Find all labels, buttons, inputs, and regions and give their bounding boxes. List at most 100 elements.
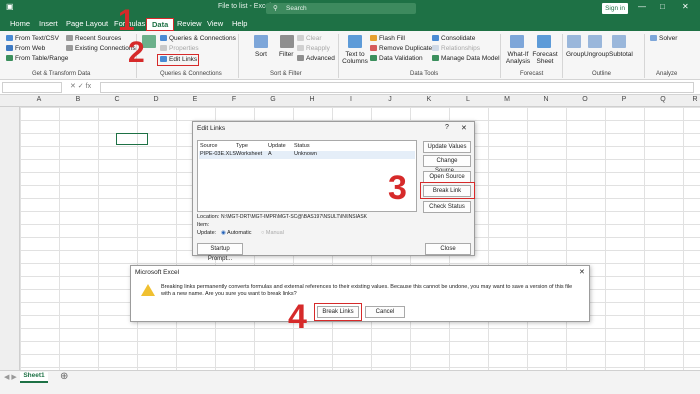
flash-fill-button[interactable]: Flash Fill (370, 35, 405, 42)
tab-data[interactable]: Data (146, 18, 175, 31)
advanced-button[interactable]: Advanced (297, 55, 335, 62)
column-header[interactable]: P (614, 96, 634, 103)
analyze-group-label: Analyze (656, 71, 678, 77)
column-header[interactable]: H (302, 96, 322, 103)
links-list[interactable]: Source Type Update Status PIPE-03E.XLS W… (197, 140, 417, 212)
sign-in-button[interactable]: Sign in (602, 3, 628, 14)
clear-button[interactable]: Clear (297, 35, 322, 42)
change-source-button[interactable]: Change Source... (423, 155, 471, 174)
automatic-radio[interactable]: ◉ Automatic (221, 230, 252, 236)
text-to-columns-button[interactable]: Text to Columns (342, 51, 368, 65)
name-box[interactable] (2, 82, 62, 93)
subtotal-icon[interactable] (612, 35, 626, 48)
data-validation-button[interactable]: Data Validation (370, 55, 423, 62)
autosave-icon[interactable]: ▣ (6, 2, 14, 11)
link-update: A (268, 151, 272, 157)
formula-input[interactable] (100, 82, 694, 93)
step-number-4: 4 (288, 298, 307, 336)
header-status: Status (294, 143, 310, 149)
manual-label: Manual (265, 230, 284, 236)
column-header[interactable]: E (185, 96, 205, 103)
clear-label: Clear (306, 35, 322, 42)
column-header[interactable]: B (68, 96, 88, 103)
sort-icon[interactable] (254, 35, 268, 48)
manual-radio[interactable]: ○ Manual (261, 230, 284, 236)
column-header[interactable]: I (341, 96, 361, 103)
help-icon[interactable]: ? (445, 124, 449, 131)
existing-connections-label: Existing Connections (75, 45, 136, 52)
column-header[interactable]: Q (653, 96, 673, 103)
tab-home[interactable]: Home (10, 19, 30, 28)
add-sheet-icon[interactable]: ⊕ (60, 371, 68, 382)
existing-connections-button[interactable]: Existing Connections (66, 45, 136, 52)
manage-data-model-button[interactable]: Manage Data Model (432, 55, 500, 62)
column-header[interactable]: O (575, 96, 595, 103)
filter-icon[interactable] (280, 35, 294, 48)
solver-button[interactable]: Solver (650, 35, 677, 42)
tab-view[interactable]: View (207, 19, 223, 28)
column-header[interactable]: A (29, 96, 49, 103)
remove-duplicates-button[interactable]: Remove Duplicates (370, 45, 435, 52)
reapply-label: Reapply (306, 45, 330, 52)
group-button[interactable]: Group (566, 51, 584, 58)
ungroup-icon[interactable] (588, 35, 602, 48)
from-table-button[interactable]: From Table/Range (6, 55, 68, 62)
column-header[interactable]: G (263, 96, 283, 103)
filter-button[interactable]: Filter (279, 51, 293, 58)
startup-prompt-button[interactable]: Startup Prompt... (197, 243, 243, 262)
column-header[interactable]: F (224, 96, 244, 103)
search-box[interactable]: ⚲ Search (266, 3, 416, 14)
tab-review[interactable]: Review (177, 19, 202, 28)
from-web-label: From Web (15, 45, 46, 52)
get-transform-group-label: Get & Transform Data (32, 71, 91, 77)
column-header[interactable]: M (497, 96, 517, 103)
list-item[interactable]: PIPE-03E.XLS Worksheet A Unknown (199, 151, 415, 159)
from-web-button[interactable]: From Web (6, 45, 45, 52)
close-icon[interactable]: ✕ (682, 2, 689, 11)
column-header[interactable]: L (458, 96, 478, 103)
column-header[interactable]: J (380, 96, 400, 103)
subtotal-button[interactable]: Subtotal (609, 51, 633, 58)
what-if-button[interactable]: What-If Analysis (504, 51, 532, 65)
tab-page-layout[interactable]: Page Layout (66, 19, 108, 28)
column-header[interactable]: C (107, 96, 127, 103)
fx-icon[interactable]: ✕ ✓ fx (70, 82, 91, 90)
link-type: Worksheet (236, 151, 263, 157)
close-button[interactable]: Close (425, 243, 471, 255)
group-icon[interactable] (567, 35, 581, 48)
cancel-button[interactable]: Cancel (365, 306, 405, 318)
recent-sources-button[interactable]: Recent Sources (66, 35, 121, 42)
data-validation-icon (370, 55, 377, 61)
column-header[interactable]: N (536, 96, 556, 103)
consolidate-button[interactable]: Consolidate (432, 35, 475, 42)
dialog-close-icon[interactable]: ✕ (461, 124, 467, 132)
queries-connections-button[interactable]: Queries & Connections (160, 35, 236, 42)
forecast-sheet-button[interactable]: Forecast Sheet (532, 51, 558, 65)
recent-sources-label: Recent Sources (75, 35, 122, 42)
update-values-button[interactable]: Update Values (423, 141, 471, 153)
forecast-sheet-icon[interactable] (537, 35, 551, 48)
column-header[interactable]: K (419, 96, 439, 103)
tab-help[interactable]: Help (232, 19, 247, 28)
reapply-button[interactable]: Reapply (297, 45, 330, 52)
data-validation-label: Data Validation (379, 55, 423, 62)
location-value: N:\MGT-DRT\MGT-IMPR\MGT-SC@\BAS197\NSULT… (221, 214, 368, 220)
confirm-close-icon[interactable]: ✕ (579, 268, 585, 276)
minimize-icon[interactable]: — (638, 2, 646, 11)
relationships-button[interactable]: Relationships (432, 45, 480, 52)
column-header[interactable]: R (685, 96, 700, 103)
properties-button[interactable]: Properties (160, 45, 199, 52)
sheet-tab[interactable]: Sheet1 (20, 372, 48, 383)
solver-label: Solver (659, 35, 678, 42)
restore-icon[interactable]: □ (660, 2, 665, 11)
from-text-csv-button[interactable]: From Text/CSV (6, 35, 59, 42)
sheet-nav-icon[interactable]: ◀ ▶ (4, 373, 17, 381)
ungroup-button[interactable]: Ungroup (584, 51, 609, 58)
text-to-columns-icon[interactable] (348, 35, 362, 48)
what-if-icon[interactable] (510, 35, 524, 48)
column-header[interactable]: D (146, 96, 166, 103)
sort-button[interactable]: Sort (255, 51, 267, 58)
tab-insert[interactable]: Insert (39, 19, 58, 28)
active-cell[interactable] (116, 133, 148, 145)
check-status-button[interactable]: Check Status (423, 201, 471, 213)
